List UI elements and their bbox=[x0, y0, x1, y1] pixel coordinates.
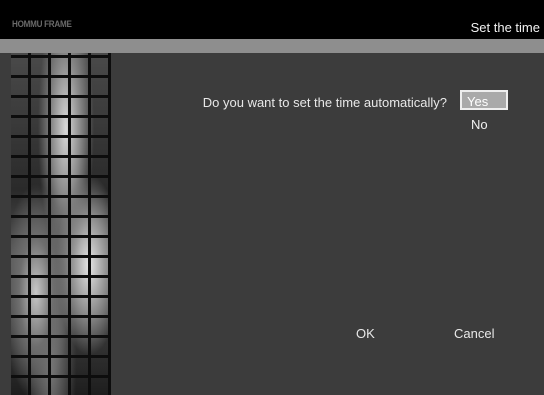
frame-screen: HOMMU FRAME Set the time Do you want to … bbox=[0, 0, 544, 395]
ok-button[interactable]: OK bbox=[356, 326, 375, 341]
option-no[interactable]: No bbox=[471, 117, 488, 132]
option-yes[interactable]: Yes bbox=[460, 90, 508, 110]
question-text: Do you want to set the time automaticall… bbox=[202, 95, 447, 110]
cancel-button[interactable]: Cancel bbox=[454, 326, 494, 341]
brand-logo: HOMMU FRAME bbox=[12, 19, 72, 29]
page-title: Set the time bbox=[470, 20, 540, 35]
header-bar: HOMMU FRAME Set the time bbox=[0, 0, 544, 39]
photo-collage bbox=[11, 53, 111, 395]
left-margin bbox=[0, 53, 11, 395]
header-divider bbox=[0, 39, 544, 53]
